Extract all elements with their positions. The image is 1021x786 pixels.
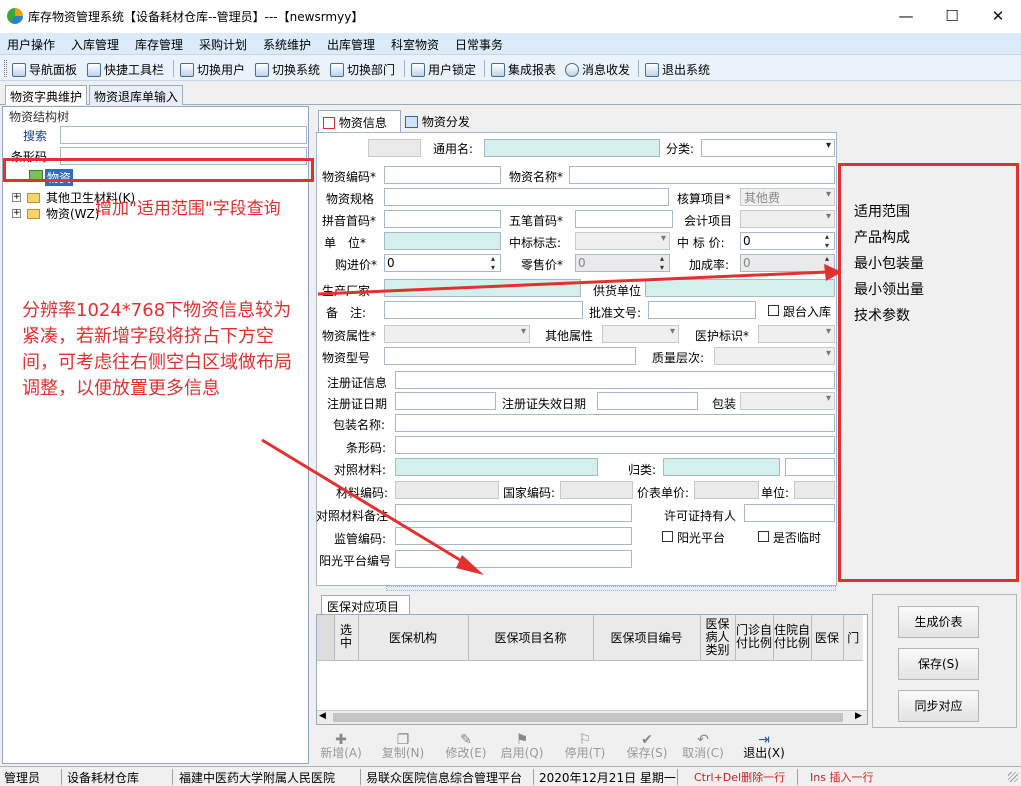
scroll-right-icon[interactable]: ▶	[855, 711, 862, 721]
save-button[interactable]: ✔ 保存(S)	[624, 733, 670, 760]
status-hint-delete: Ctrl+Del删除一行	[690, 769, 798, 785]
status-date: 2020年12月21日 星期一	[535, 769, 678, 785]
col-inpatient-ratio[interactable]: 住院自付比例	[772, 615, 812, 661]
status-role: 管理员	[0, 769, 62, 785]
grid-header: 选中 医保机构 医保项目名称 医保项目编号 医保病人类别 门诊自付比例 住院自付…	[317, 615, 863, 661]
resize-grip-icon[interactable]	[1008, 772, 1018, 782]
col-selected[interactable]: 选中	[333, 615, 359, 661]
tab-medical-insurance[interactable]: 医保对应项目	[321, 595, 410, 614]
horizontal-scrollbar[interactable]: ◀ ▶	[317, 710, 867, 724]
status-platform: 易联众医院信息综合管理平台	[362, 769, 534, 785]
status-warehouse: 设备耗材仓库	[63, 769, 173, 785]
col-patient-type[interactable]: 医保病人类别	[699, 615, 736, 661]
col-institution[interactable]: 医保机构	[357, 615, 469, 661]
col-medins[interactable]: 医保	[810, 615, 844, 661]
col-door[interactable]: 门	[842, 615, 863, 661]
cancel-button[interactable]: ↶ 取消(C)	[680, 733, 726, 760]
scroll-thumb[interactable]	[333, 713, 843, 722]
disable-button[interactable]: ⚐ 停用(T)	[562, 733, 608, 760]
medical-insurance-grid: 选中 医保机构 医保项目名称 医保项目编号 医保病人类别 门诊自付比例 住院自付…	[316, 614, 868, 725]
exit-button[interactable]: ⇥ 退出(X)	[741, 733, 787, 760]
edit-button[interactable]: ✎ 修改(E)	[443, 733, 489, 760]
col-item-name[interactable]: 医保项目名称	[467, 615, 594, 661]
sync-button[interactable]: 同步对应	[898, 690, 979, 722]
enable-button[interactable]: ⚑ 启用(Q)	[499, 733, 545, 760]
add-button[interactable]: ✚ 新增(A)	[318, 733, 364, 760]
status-hospital: 福建中医药大学附属人民医院	[175, 769, 361, 785]
grid-corner	[317, 615, 335, 661]
save-side-button[interactable]: 保存(S)	[898, 648, 979, 680]
status-hint-insert: Ins 插入一行	[810, 771, 874, 784]
generate-price-button[interactable]: 生成价表	[898, 606, 979, 638]
scroll-left-icon[interactable]: ◀	[319, 711, 326, 721]
col-outpatient-ratio[interactable]: 门诊自付比例	[734, 615, 774, 661]
arrowhead-icon	[456, 555, 484, 575]
status-bar: 管理员 设备耗材仓库 福建中医药大学附属人民医院 易联众医院信息综合管理平台 2…	[0, 766, 1021, 786]
arrow-to-new-fields	[317, 270, 829, 296]
copy-button[interactable]: ❐ 复制(N)	[380, 733, 426, 760]
col-item-code[interactable]: 医保项目编号	[592, 615, 701, 661]
arrowhead-icon	[824, 264, 842, 281]
arrow-to-bottom	[261, 438, 471, 568]
